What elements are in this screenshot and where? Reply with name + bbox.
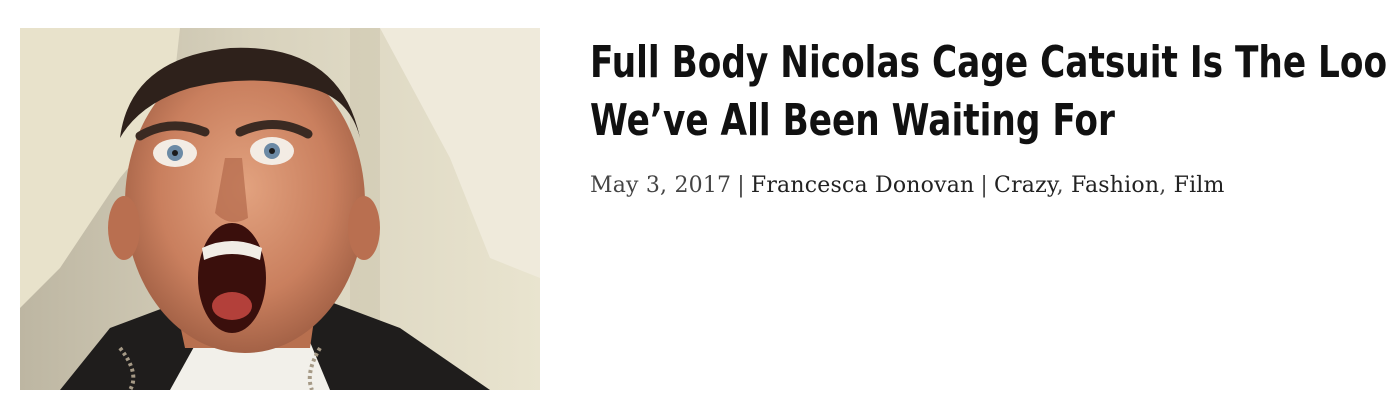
article-thumbnail-link[interactable] [20,28,540,390]
category-separator: , [1056,173,1072,198]
category-separator: , [1159,173,1174,198]
article-card: Full Body Nicolas Cage Catsuit Is The Lo… [0,0,1388,416]
article-author-link[interactable]: Francesca Donovan [751,173,975,198]
category-link-film[interactable]: Film [1174,173,1225,198]
article-date: May 3, 2017 [590,173,732,198]
article-title-line-1: Full Body Nicolas Cage Catsuit Is The Lo… [590,37,1388,88]
article-meta: May 3, 2017 | Francesca Donovan | Crazy, Fas… [590,171,1225,201]
category-link-crazy[interactable]: Crazy [994,173,1057,198]
category-link-fashion[interactable]: Fashion [1071,173,1159,198]
meta-separator: | [980,173,989,198]
meta-separator: | [737,173,745,198]
article-thumbnail-image [20,28,540,390]
article-title-line-2: We’ve All Been Waiting For [590,95,1115,146]
article-title: Full Body Nicolas Cage Catsuit Is The Lo… [590,34,1388,150]
article-title-link[interactable]: Full Body Nicolas Cage Catsuit Is The Lo… [590,37,1388,146]
